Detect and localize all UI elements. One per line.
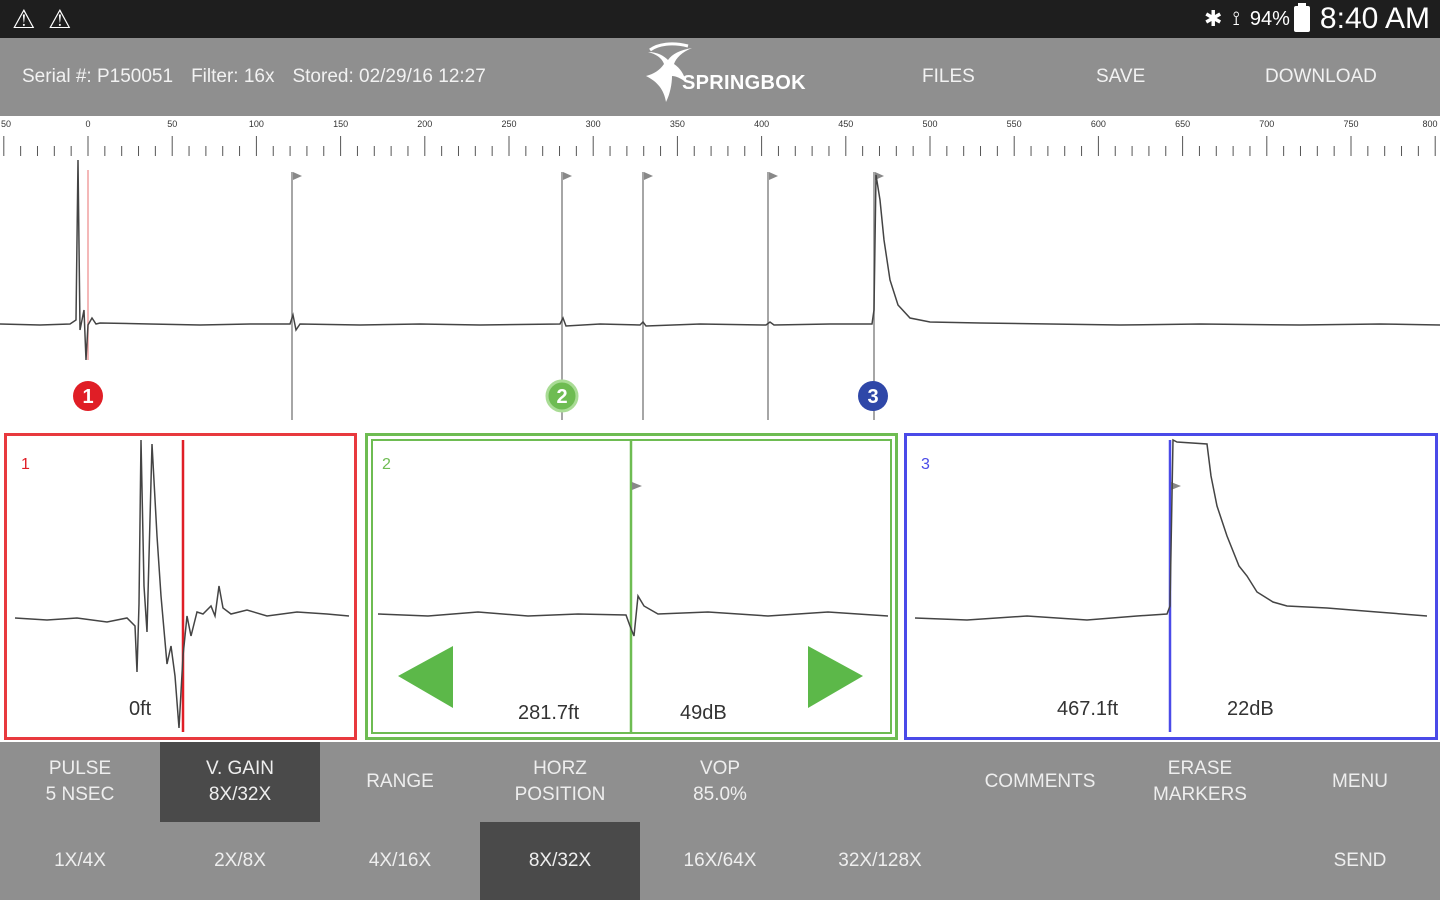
distance-ruler: 50 0 50 100 150 200 250 300 350 400 450 500 550 600 65…	[0, 116, 1440, 160]
battery-icon	[1293, 3, 1310, 32]
logo-text: SPRINGBOK	[682, 72, 806, 94]
vgain-label: V. GAIN	[206, 758, 274, 779]
scroll-left-icon[interactable]	[398, 646, 453, 708]
pulse-button[interactable]: PULSE 5 NSEC	[0, 742, 160, 822]
send-button[interactable]: SEND	[1280, 822, 1440, 900]
ruler-label: 150	[333, 119, 348, 129]
wifi-icon: ⟟	[1232, 7, 1240, 30]
panel-3-gain: 22dB	[1227, 698, 1274, 720]
pulse-value: 5 NSEC	[45, 784, 115, 805]
event-flag-icon	[293, 172, 884, 180]
ruler-label: 500	[922, 119, 937, 129]
zoom-panel-1[interactable]: 1 0ft	[4, 433, 357, 740]
bluetooth-icon: ✱	[1204, 6, 1223, 31]
stored-date: Stored: 02/29/16 12:27	[292, 66, 486, 87]
header-bar: Serial #: P150051 Filter: 16x Stored: 02…	[0, 38, 1440, 116]
comments-label: COMMENTS	[984, 771, 1096, 792]
device-info: Serial #: P150051 Filter: 16x Stored: 02…	[22, 66, 486, 88]
ruler-label: 800	[1422, 119, 1437, 129]
panel-1-number: 1	[21, 456, 30, 473]
panel-3-number: 3	[921, 456, 930, 473]
markers-label: MARKERS	[1153, 784, 1247, 805]
comments-button[interactable]: COMMENTS	[960, 742, 1120, 822]
ruler-label: 300	[586, 119, 601, 129]
control-toolbar: PULSE 5 NSEC V. GAIN 8X/32X RANGE HORZ P…	[0, 742, 1440, 822]
gain-16x-64x-button[interactable]: 16X/64X	[640, 822, 800, 900]
zoom-panel-3[interactable]: 3 467.1ft 22dB	[904, 433, 1438, 740]
vgain-button[interactable]: V. GAIN 8X/32X	[160, 742, 320, 822]
status-bar: ⚠ ⚠ ✱ ⟟ 94% 8:40 AM	[0, 0, 1440, 38]
zoom-panel-2[interactable]: 2 281.7ft 49dB	[365, 433, 898, 740]
ruler-label: 250	[501, 119, 516, 129]
marker-2[interactable]: 2	[545, 379, 579, 413]
warning-icon: ⚠	[12, 4, 36, 34]
pulse-label: PULSE	[48, 758, 112, 779]
ruler-label: 200	[417, 119, 432, 129]
menu-button[interactable]: MENU	[1280, 742, 1440, 822]
files-button[interactable]: FILES	[922, 66, 975, 88]
gain-2x-8x-button[interactable]: 2X/8X	[160, 822, 320, 900]
ruler-label: 100	[249, 119, 264, 129]
gain-32x-128x-button[interactable]: 32X/128X	[800, 822, 960, 900]
panel-3-distance: 467.1ft	[1057, 698, 1119, 720]
erase-markers-button[interactable]: ERASE MARKERS	[1120, 742, 1280, 822]
ruler-label: 50	[167, 119, 177, 129]
marker-2-label: 2	[556, 386, 567, 408]
ruler-label: 750	[1343, 119, 1358, 129]
warning-icon: ⚠	[48, 4, 72, 34]
vgain-value: 8X/32X	[208, 784, 272, 805]
vop-label: VOP	[699, 758, 741, 779]
marker-1-label: 1	[82, 386, 93, 408]
ruler-label: 350	[670, 119, 685, 129]
horz-position-button[interactable]: HORZ POSITION	[480, 742, 640, 822]
ruler-label: 600	[1091, 119, 1106, 129]
scroll-right-icon[interactable]	[808, 646, 863, 708]
panel-2-number: 2	[382, 456, 391, 473]
save-button[interactable]: SAVE	[1096, 66, 1145, 88]
serial-number: Serial #: P150051	[22, 66, 174, 87]
range-label: RANGE	[366, 771, 434, 792]
filter-value: Filter: 16x	[191, 66, 275, 87]
menu-label: MENU	[1332, 771, 1388, 792]
ruler-label: 450	[838, 119, 853, 129]
ruler-label: 0	[85, 119, 90, 129]
gain-options-toolbar: 1X/4X 2X/8X 4X/16X 8X/32X 16X/64X 32X/12…	[0, 822, 1440, 900]
panel-2-distance: 281.7ft	[518, 702, 580, 724]
horz-label: HORZ	[533, 758, 587, 779]
marker-3[interactable]: 3	[858, 381, 888, 411]
marker-1[interactable]: 1	[73, 381, 103, 411]
erase-label: ERASE	[1167, 758, 1233, 779]
ruler-label: 550	[1007, 119, 1022, 129]
ruler-label: 700	[1259, 119, 1274, 129]
ruler-label: 400	[754, 119, 769, 129]
range-button[interactable]: RANGE	[320, 742, 480, 822]
gain-4x-16x-button[interactable]: 4X/16X	[320, 822, 480, 900]
vop-value: 85.0%	[693, 784, 747, 805]
clock: 8:40 AM	[1319, 2, 1430, 35]
panel-2-gain: 49dB	[680, 702, 727, 724]
ruler-label: 50	[1, 119, 11, 129]
panel-1-distance: 0ft	[129, 698, 152, 720]
marker-3-label: 3	[867, 386, 878, 408]
ruler-label: 650	[1175, 119, 1190, 129]
gain-1x-4x-button[interactable]: 1X/4X	[0, 822, 160, 900]
vop-button[interactable]: VOP 85.0%	[640, 742, 800, 822]
main-waveform[interactable]: 1 2 3	[0, 159, 1440, 432]
download-button[interactable]: DOWNLOAD	[1265, 66, 1377, 88]
gain-8x-32x-button[interactable]: 8X/32X	[480, 822, 640, 900]
battery-percent: 94%	[1249, 7, 1290, 30]
position-label: POSITION	[514, 784, 606, 805]
